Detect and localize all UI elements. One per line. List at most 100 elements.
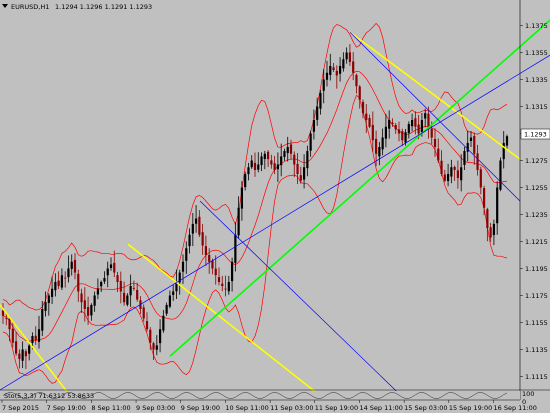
candle-body (407, 124, 410, 134)
candle-body (113, 262, 116, 273)
candle-body (67, 268, 70, 278)
candle-body (250, 160, 253, 168)
candle-body (224, 288, 227, 290)
candle-body (463, 151, 466, 165)
time-tick-label: 9 Sep 19:00 (181, 404, 220, 412)
price-tick-label: 1.1155 (525, 319, 548, 327)
candle-body (446, 174, 450, 182)
candle-body (427, 113, 430, 127)
candle-body (374, 138, 378, 154)
chart-background (0, 0, 550, 413)
candle-body (486, 209, 489, 228)
candle-body (194, 218, 198, 224)
candle-body (168, 295, 172, 307)
candle-body (28, 345, 31, 354)
candle-body (332, 67, 335, 71)
candle-body (273, 163, 276, 170)
candle-body (142, 307, 145, 319)
candle-body (443, 174, 446, 181)
candle-body (230, 261, 234, 282)
candle-body (263, 153, 266, 159)
candle-body (181, 261, 185, 272)
candle-body (191, 223, 194, 234)
candle-body (214, 268, 217, 276)
indicator-tick-100: 100 (522, 390, 534, 398)
candle-body (158, 329, 162, 344)
candle-body (60, 275, 64, 288)
time-tick-label: 14 Sep 11:00 (359, 404, 402, 412)
price-tick-label: 1.1255 (525, 184, 548, 192)
candle-body (404, 132, 407, 143)
candle-body (299, 175, 302, 181)
candle-body (41, 309, 44, 331)
candle-body (116, 275, 119, 282)
price-tick-label: 1.1115 (525, 373, 548, 381)
time-tick-label: 16 Sep 11:00 (494, 404, 537, 412)
candle-body (237, 207, 240, 236)
price-tick-label: 1.1275 (525, 157, 548, 165)
candle-body (145, 321, 149, 330)
candle-body (430, 128, 433, 138)
candle-body (70, 261, 73, 269)
candle-body (21, 349, 24, 361)
candle-body (319, 93, 322, 109)
candle-body (201, 232, 204, 246)
candle-body (57, 280, 60, 287)
candle-body (240, 187, 244, 209)
candle-body (365, 113, 368, 120)
candle-body (100, 282, 103, 287)
candle-body (64, 277, 67, 279)
price-tick-label: 1.1195 (525, 265, 548, 273)
time-tick-label: 11 Sep 19:00 (315, 404, 358, 412)
candle-body (129, 286, 132, 296)
candle-body (384, 126, 388, 139)
price-tick-label: 1.1315 (525, 103, 548, 111)
candle-body (489, 227, 492, 238)
current-price-label: 1.1293 (524, 131, 547, 139)
candle-body (505, 136, 509, 146)
time-tick-label: 9 Sep 03:00 (136, 404, 175, 412)
candle-body (34, 335, 37, 341)
time-tick-label: 8 Sep 11:00 (91, 404, 130, 412)
candle-body (293, 154, 296, 165)
candle-body (44, 302, 47, 311)
candle-body (342, 59, 345, 69)
candle-body (266, 151, 270, 160)
candle-body (316, 106, 319, 120)
candle-body (473, 135, 476, 154)
candle-body (283, 151, 286, 157)
candle-body (96, 288, 100, 295)
candle-body (417, 124, 420, 134)
price-tick-label: 1.1215 (525, 238, 548, 246)
candle-body (433, 139, 437, 147)
candle-body (172, 291, 175, 295)
candle-body (306, 151, 309, 169)
candle-body (450, 167, 453, 177)
candle-body (469, 137, 473, 141)
candle-body (8, 318, 11, 330)
candle-body (460, 167, 463, 181)
candle-body (371, 124, 374, 141)
candle-body (257, 164, 260, 170)
candle-body (414, 118, 417, 127)
trading-chart-window[interactable]: 1.13751.13551.13351.13151.12951.12751.12… (0, 0, 550, 413)
candle-body (208, 254, 211, 262)
candle-body (312, 120, 316, 132)
candle-body (14, 341, 18, 354)
candle-body (302, 167, 306, 180)
candle-body (329, 66, 332, 75)
candle-body (479, 169, 482, 188)
price-chart[interactable]: 1.13751.13551.13351.13151.12951.12751.12… (0, 0, 550, 413)
candle-body (440, 160, 443, 174)
candle-body (73, 259, 77, 273)
candle-body (394, 124, 397, 130)
time-tick-label: 11 Sep 03:00 (270, 404, 313, 412)
candle-body (424, 113, 427, 119)
candle-body (37, 329, 41, 342)
candle-body (492, 223, 496, 236)
candle-body (185, 248, 188, 261)
candle-body (420, 120, 424, 133)
price-tick-label: 1.1135 (525, 346, 548, 354)
candle-body (335, 70, 338, 76)
candle-body (410, 120, 414, 127)
